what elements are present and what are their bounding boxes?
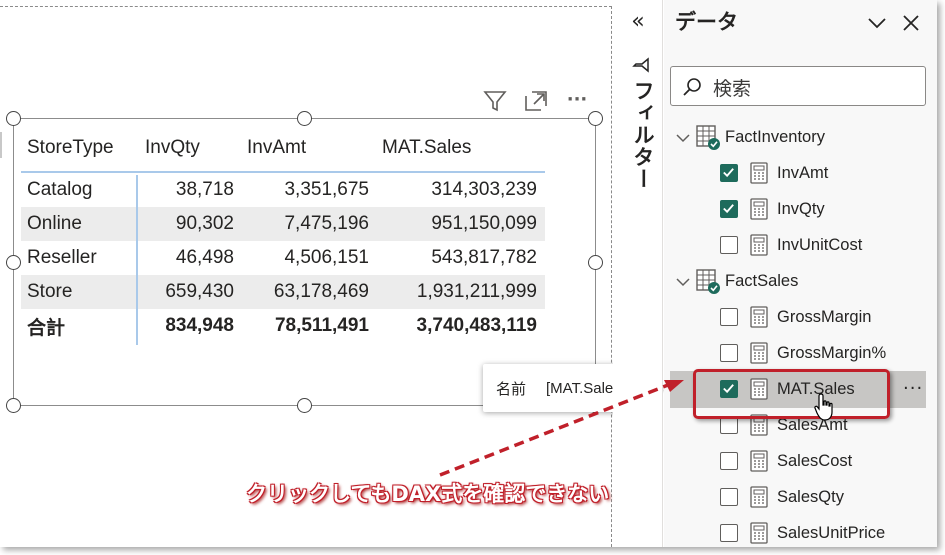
table-row[interactable]: Catalog 38,718 3,351,675 314,303,239: [21, 173, 545, 207]
table-icon: [696, 269, 720, 294]
table-visual[interactable]: StoreType InvQty InvAmt MAT.Sales Catalo…: [21, 125, 545, 345]
annotation-callout-text: クリックしてもDAX式を確認できない: [246, 482, 610, 506]
table-cell: 314,303,239: [431, 179, 537, 200]
measure-icon: [750, 306, 768, 328]
powerbi-window: ··· StoreType InvQty InvAmt MAT.Sales Ca…: [0, 0, 937, 547]
column-header-mat-sales[interactable]: MAT.Sales: [382, 125, 550, 171]
table-name-factsales[interactable]: FactSales: [725, 272, 798, 291]
search-input[interactable]: 検索: [670, 66, 926, 106]
resize-handle-bottom[interactable]: [297, 398, 312, 413]
table-row[interactable]: Store 659,430 63,178,469 1,931,211,999: [21, 275, 545, 309]
table-row[interactable]: Online 90,302 7,475,196 951,150,099: [21, 207, 545, 241]
table-cell: 1,931,211,999: [416, 281, 537, 302]
table-cell: 7,475,196: [284, 213, 369, 234]
measure-icon: [750, 162, 768, 184]
canvas-border-right: [611, 6, 612, 547]
tooltip-label: 名前: [496, 380, 527, 398]
table-cell: Store: [27, 281, 73, 302]
visual-header: ···: [480, 88, 595, 114]
table-cell: 46,498: [175, 247, 234, 268]
more-options-icon[interactable]: ···: [564, 88, 590, 114]
field-more-options-icon[interactable]: ···: [903, 378, 923, 399]
data-pane-title: データ: [675, 10, 738, 34]
measure-icon: [750, 486, 768, 508]
field-checkbox[interactable]: [720, 308, 738, 326]
chevron-expanded-icon[interactable]: [675, 274, 691, 290]
table-header-row: StoreType InvQty InvAmt MAT.Sales: [21, 125, 545, 173]
total-label: 合計: [27, 317, 66, 339]
field-name[interactable]: InvUnitCost: [777, 236, 862, 255]
total-cell: 3,740,483,119: [416, 315, 537, 336]
canvas-border-top: [0, 6, 612, 7]
field-checkbox[interactable]: [720, 344, 738, 362]
field-name[interactable]: GrossMargin: [777, 308, 871, 327]
field-checkbox[interactable]: [720, 452, 738, 470]
resize-handle-top-right[interactable]: [588, 111, 603, 126]
total-cell: 834,948: [165, 315, 234, 336]
column-header-storetype[interactable]: StoreType: [27, 125, 137, 171]
table-name-factinventory[interactable]: FactInventory: [725, 128, 825, 147]
table-cell: 4,506,151: [284, 247, 369, 268]
field-name[interactable]: SalesQty: [777, 488, 844, 507]
table-cell: 90,302: [175, 213, 234, 234]
field-name[interactable]: InvAmt: [777, 164, 828, 183]
field-name[interactable]: GrossMargin%: [777, 344, 886, 363]
table-cell: 543,817,782: [431, 247, 537, 268]
table-cell: 951,150,099: [431, 213, 537, 234]
resize-handle-left[interactable]: [6, 255, 21, 270]
field-checkbox[interactable]: [720, 164, 738, 182]
total-cell: 78,511,491: [274, 315, 369, 336]
measure-icon: [750, 234, 768, 256]
collapse-pane-button[interactable]: «: [626, 8, 650, 36]
search-placeholder: 検索: [713, 78, 752, 100]
resize-handle-bottom-left[interactable]: [6, 398, 21, 413]
table-cell: 659,430: [165, 281, 234, 302]
focus-mode-icon[interactable]: [523, 88, 549, 114]
measure-icon: [750, 342, 768, 364]
resize-handle-top[interactable]: [297, 111, 312, 126]
hand-cursor-icon: [814, 393, 833, 421]
table-cell: Online: [27, 213, 82, 234]
field-name[interactable]: SalesCost: [777, 452, 852, 471]
close-icon[interactable]: [900, 12, 922, 34]
column-divider: [136, 175, 138, 345]
field-checkbox[interactable]: [720, 200, 738, 218]
filter-pane-label[interactable]: フィルター: [624, 80, 658, 220]
resize-handle-right[interactable]: [588, 255, 603, 270]
field-name[interactable]: InvQty: [777, 200, 825, 219]
table-icon: [696, 125, 720, 150]
table-cell: Catalog: [27, 179, 93, 200]
field-name[interactable]: SalesUnitPrice: [777, 524, 885, 543]
field-checkbox[interactable]: [720, 524, 738, 542]
resize-handle-top-left[interactable]: [6, 111, 21, 126]
table-cell: 3,351,675: [284, 179, 369, 200]
canvas-edge-mark: [0, 132, 2, 158]
column-header-invamt[interactable]: InvAmt: [247, 125, 382, 171]
table-cell: 38,718: [175, 179, 234, 200]
table-cell: 63,178,469: [273, 281, 369, 302]
filter-icon[interactable]: [482, 88, 508, 114]
table-row[interactable]: Reseller 46,498 4,506,151 543,817,782: [21, 241, 545, 275]
table-cell: Reseller: [27, 247, 97, 268]
chevron-down-icon[interactable]: [866, 12, 888, 34]
field-checkbox[interactable]: [720, 236, 738, 254]
table-total-row[interactable]: 合計 834,948 78,511,491 3,740,483,119: [21, 309, 545, 343]
measure-icon: [750, 450, 768, 472]
search-icon: [683, 78, 701, 96]
measure-icon: [750, 198, 768, 220]
column-header-invqty[interactable]: InvQty: [145, 125, 242, 171]
chevron-expanded-icon[interactable]: [675, 130, 691, 146]
annotation-highlight-box: [693, 369, 890, 419]
funnel-icon: [632, 57, 649, 73]
field-checkbox[interactable]: [720, 488, 738, 506]
measure-icon: [750, 522, 768, 544]
